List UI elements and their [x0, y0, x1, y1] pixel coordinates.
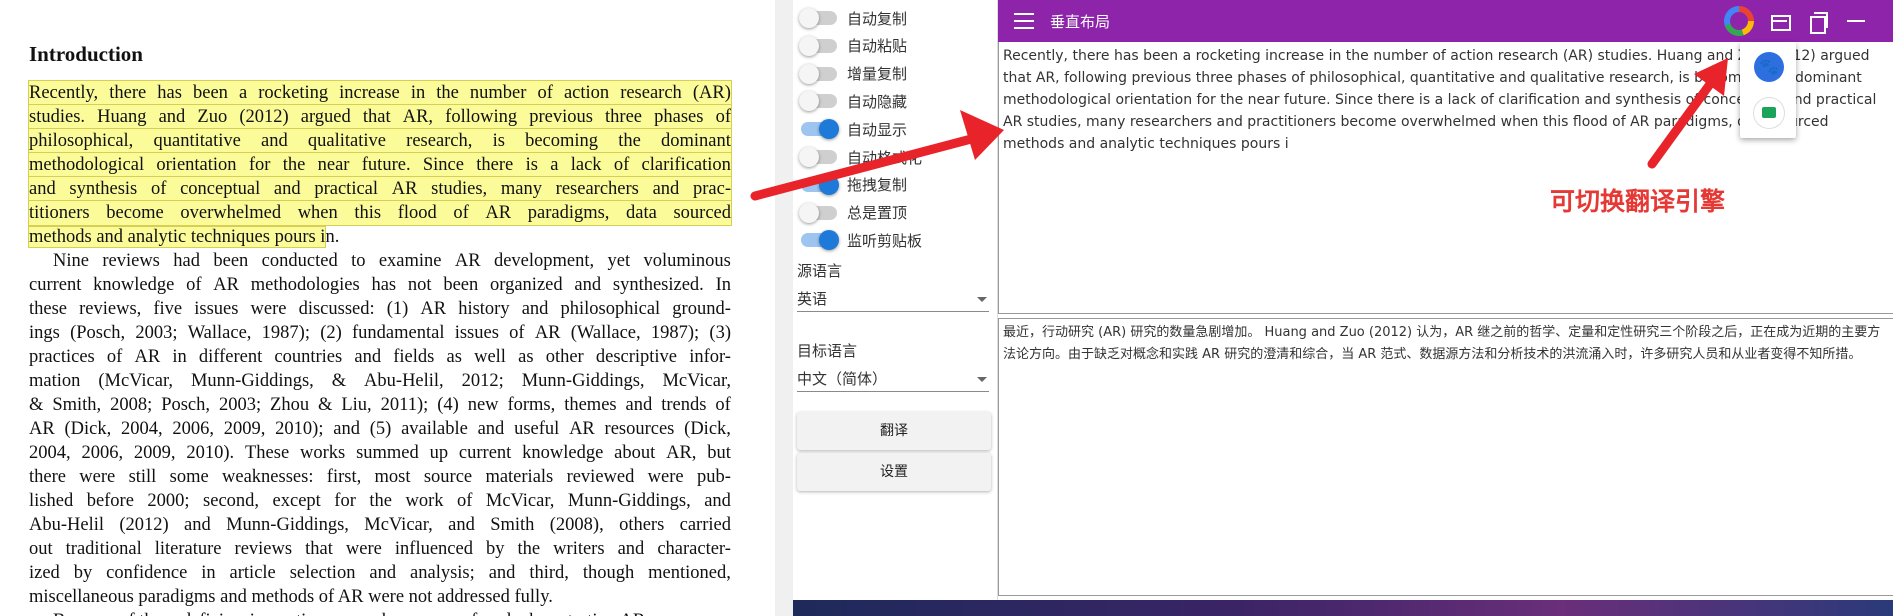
body-line: current knowledge of AR methodologies has not b…: [29, 275, 731, 295]
body-line: Nine reviews had been conducted to examine AR de…: [53, 251, 731, 271]
toggle-label: 自动复制: [847, 9, 908, 28]
google-translate-engine-icon[interactable]: [1724, 6, 1754, 36]
toggle-knob: [799, 202, 819, 223]
body-line: there were still some weaknesses: first, most s…: [29, 467, 731, 487]
toggle-row[interactable]: 自动隐藏: [799, 89, 908, 113]
body-line: 2004, 2006, 2009, 2010). These works summed up c…: [29, 443, 731, 463]
highlighted-line: methodological orientation for the near futur…: [28, 152, 732, 178]
body-line: practices of AR in different countries and fiel…: [29, 347, 731, 367]
toggle-row[interactable]: 增量复制: [799, 62, 908, 86]
body-line: these reviews, five issues were discussed: (1)…: [29, 299, 731, 319]
toggle-row[interactable]: 总是置顶: [799, 201, 908, 225]
body-line: Abu-Helil (2012) and Munn-Giddings, McVicar,…: [29, 515, 731, 535]
line-remainder: n.: [325, 227, 340, 247]
toggle-label: 监听剪贴板: [847, 231, 923, 250]
toggle-row[interactable]: 自动显示: [801, 117, 907, 141]
target-language-label: 目标语言: [797, 342, 858, 360]
toggle-label: 拖拽复制: [847, 176, 908, 195]
toggle-knob: [799, 147, 819, 167]
youdao-engine-icon[interactable]: [1754, 98, 1784, 128]
pdf-viewer: Introduction Recently, there has been a rocke…: [0, 0, 775, 616]
toggle-row[interactable]: 自动复制: [799, 6, 908, 30]
copy-icon[interactable]: [1806, 9, 1830, 34]
toggle-switch[interactable]: [801, 119, 839, 140]
toggle-row[interactable]: 自动格式化: [799, 145, 923, 169]
body-line: & Smith, 2008; Posch, 2003; Zhou & Liu, 2011); (4…: [29, 395, 731, 415]
engine-dropdown: 🐾: [1740, 42, 1796, 138]
target-language-select[interactable]: 中文（简体）: [797, 366, 989, 392]
translator-window: 自动复制自动粘贴增量复制自动隐藏自动显示自动格式化拖拽复制总是置顶监听剪贴板 源…: [793, 0, 1893, 600]
settings-button[interactable]: 设置: [797, 453, 991, 491]
settings-sidebar: 自动复制自动粘贴增量复制自动隐藏自动显示自动格式化拖拽复制总是置顶监听剪贴板 源…: [793, 0, 998, 600]
main-panel: 垂直布局 Recently, there has been a rocketin…: [998, 0, 1893, 600]
toggle-knob: [799, 35, 819, 56]
window-title: 垂直布局: [1050, 13, 1111, 31]
source-language-value: 英语: [797, 290, 828, 308]
body-line: mation (McVicar, Munn-Giddings, & Abu-Helil,…: [29, 371, 731, 391]
toggle-label: 自动隐藏: [847, 92, 908, 111]
hamburger-menu-icon[interactable]: [1014, 13, 1034, 29]
toggle-label: 总是置顶: [847, 204, 908, 223]
highlighted-line: methods and analytic techniques pours in…: [27, 225, 340, 249]
translation-text-area[interactable]: 最近，行动研究 (AR) 研究的数量急剧增加。 Huang and Zuo (2…: [998, 318, 1893, 596]
toggle-knob: [819, 119, 839, 140]
toggle-label: 增量复制: [847, 65, 908, 84]
body-line: ings (Posch, 2003; Wallace, 1987); (2) fundame…: [29, 323, 731, 343]
body-line: ized by confidence in article selection and ana…: [29, 563, 731, 583]
title-bar: 垂直布局: [998, 0, 1893, 42]
body-line: out traditional literature reviews that were i…: [29, 539, 731, 559]
toggle-switch[interactable]: [799, 8, 837, 28]
highlighted-line: and synthesis of conceptual and practical AR st…: [28, 176, 732, 202]
body-line: miscellaneous paradigms and methods of A…: [29, 587, 553, 607]
chevron-down-icon: [977, 377, 987, 382]
toggle-switch[interactable]: [801, 174, 839, 195]
pane-divider: [775, 0, 793, 616]
toggle-knob: [799, 91, 819, 112]
toggle-switch[interactable]: [799, 35, 837, 56]
toggle-row[interactable]: 监听剪贴板: [801, 228, 922, 252]
toggle-switch[interactable]: [799, 63, 837, 84]
body-line-cut: Because of these deficiencies, action re…: [53, 609, 645, 616]
highlighted-line: Recently, there has been a rocketing increase i…: [28, 80, 732, 106]
toggle-switch[interactable]: [801, 230, 839, 251]
annotation-caption: 可切换翻译引擎: [1550, 187, 1726, 216]
minimize-icon[interactable]: [1844, 9, 1868, 33]
highlighted-fragment: methods and analytic techniques pours i: [27, 226, 327, 248]
highlighted-line: studies. Huang and Zuo (2012) argued that AR, fo…: [28, 104, 732, 130]
toggle-row[interactable]: 拖拽复制: [801, 173, 907, 197]
toggle-row[interactable]: 自动粘贴: [799, 34, 908, 58]
toggle-knob: [819, 174, 839, 195]
toggle-knob: [819, 230, 839, 251]
translate-button[interactable]: 翻译: [797, 412, 991, 450]
body-line: AR (Dick, 2004, 2006, 2009, 2010); and (5) avail…: [29, 419, 731, 439]
source-language-label: 源语言: [797, 262, 843, 280]
highlighted-line: titioners become overwhelmed when this flood o…: [28, 200, 732, 226]
target-language-value: 中文（简体）: [797, 370, 888, 388]
toggle-label: 自动粘贴: [847, 37, 908, 56]
toggle-label: 自动显示: [847, 120, 908, 139]
toggle-switch[interactable]: [799, 147, 837, 167]
baidu-engine-icon[interactable]: 🐾: [1754, 52, 1784, 82]
toggle-knob: [799, 8, 819, 28]
toggle-knob: [799, 63, 819, 84]
chevron-down-icon: [977, 297, 987, 302]
layout-toggle-icon[interactable]: [1768, 9, 1792, 33]
toggle-switch[interactable]: [799, 91, 837, 112]
source-language-select[interactable]: 英语: [797, 286, 989, 312]
toggle-switch[interactable]: [799, 202, 837, 223]
body-line: lished before 2000; second, except for the work…: [29, 491, 731, 511]
section-heading: Introduction: [29, 42, 143, 66]
highlighted-line: philosophical, quantitative and qualitative…: [28, 128, 732, 154]
toggle-label: 自动格式化: [847, 148, 923, 167]
